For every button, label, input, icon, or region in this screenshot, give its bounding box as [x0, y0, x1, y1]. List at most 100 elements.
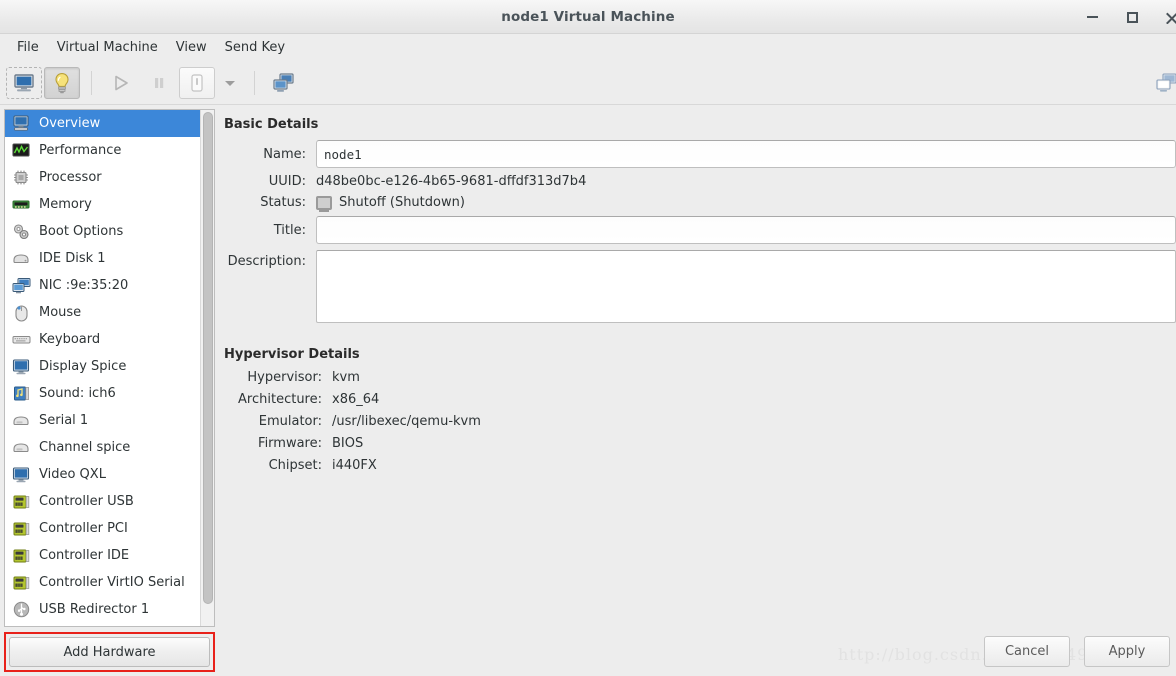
add-hardware-button[interactable]: Add Hardware — [9, 637, 210, 667]
title-bar: node1 Virtual Machine — [0, 0, 1176, 34]
basic-details-form: Name: node1 UUID: d48be0bc-e126-4b65-968… — [222, 140, 1176, 329]
sidebar-item-controller-ide[interactable]: Controller IDE — [5, 542, 200, 569]
emulator-row: Emulator: /usr/libexec/qemu-kvm — [222, 414, 1176, 429]
shutdown-button[interactable] — [179, 66, 215, 99]
add-hardware-highlight: Add Hardware — [4, 632, 215, 672]
sidebar-item-performance[interactable]: Performance — [5, 137, 200, 164]
controller-icon — [11, 493, 31, 511]
screens-icon — [273, 72, 294, 92]
name-input[interactable]: node1 — [316, 140, 1176, 168]
sidebar-item-overview[interactable]: Overview — [5, 110, 200, 137]
menu-view[interactable]: View — [167, 37, 216, 58]
sidebar-item-label: NIC :9e:35:20 — [39, 278, 129, 293]
memory-icon — [11, 196, 31, 214]
apply-label: Apply — [1108, 643, 1146, 659]
sidebar-item-display-spice[interactable]: Display Spice — [5, 353, 200, 380]
network-icon — [11, 277, 31, 295]
footer-buttons: Cancel Apply — [984, 635, 1170, 667]
description-label: Description: — [227, 254, 306, 269]
name-value: node1 — [324, 146, 362, 162]
chipset-row: Chipset: i440FX — [222, 458, 1176, 473]
status-row: Status: Shutoff (Shutdown) — [222, 195, 1176, 210]
footer-bar: Cancel Apply — [222, 630, 1176, 676]
sidebar-item-controller-usb[interactable]: Controller USB — [5, 488, 200, 515]
cancel-button[interactable]: Cancel — [984, 635, 1070, 667]
sidebar-item-label: Serial 1 — [39, 413, 89, 428]
serial-icon — [11, 439, 31, 457]
hardware-sidebar: Overview Performance Processor Memory Bo… — [0, 105, 220, 676]
hypervisor-row: Hypervisor: kvm — [222, 370, 1176, 385]
toolbar-overflow-button[interactable] — [1148, 66, 1176, 100]
sidebar-item-controller-pci[interactable]: Controller PCI — [5, 515, 200, 542]
hardware-list: Overview Performance Processor Memory Bo… — [5, 110, 200, 626]
toolbar-separator-1 — [91, 70, 92, 95]
architecture-value: x86_64 — [332, 392, 380, 407]
run-button[interactable] — [103, 67, 139, 99]
toolbar — [0, 61, 1176, 105]
snapshots-button[interactable] — [266, 67, 302, 99]
show-details-button[interactable] — [44, 66, 80, 99]
gears-icon — [11, 223, 31, 241]
close-button[interactable] — [1163, 8, 1176, 26]
title-label: Title: — [273, 222, 306, 238]
sidebar-item-label: Overview — [39, 116, 101, 131]
hardware-list-scrollbar[interactable] — [200, 110, 214, 626]
apply-button[interactable]: Apply — [1084, 635, 1170, 667]
show-console-button[interactable] — [6, 66, 42, 99]
basic-details-heading: Basic Details — [224, 117, 319, 132]
sidebar-item-label: Controller USB — [39, 494, 134, 509]
scrollbar-thumb[interactable] — [203, 112, 213, 604]
firmware-row: Firmware: BIOS — [222, 436, 1176, 451]
minimize-button[interactable] — [1083, 8, 1101, 26]
sidebar-item-boot-options[interactable]: Boot Options — [5, 218, 200, 245]
sidebar-item-ide-disk-1[interactable]: IDE Disk 1 — [5, 245, 200, 272]
shutdown-menu-button[interactable] — [217, 67, 243, 99]
graph-icon — [11, 142, 31, 160]
sidebar-item-usb-redirector-1[interactable]: USB Redirector 1 — [5, 596, 200, 623]
controller-icon — [11, 547, 31, 565]
toolbar-separator-2 — [254, 70, 255, 95]
monitor-icon — [14, 73, 34, 91]
menu-file[interactable]: File — [8, 37, 48, 58]
sidebar-item-label: Controller VirtIO Serial — [39, 575, 185, 590]
sidebar-item-nic[interactable]: NIC :9e:35:20 — [5, 272, 200, 299]
pause-button[interactable] — [141, 67, 177, 99]
description-textarea[interactable] — [316, 250, 1176, 323]
content-area: Overview Performance Processor Memory Bo… — [0, 105, 1176, 676]
sidebar-item-memory[interactable]: Memory — [5, 191, 200, 218]
firmware-label: Firmware: — [258, 436, 322, 451]
details-pane: Basic Details Name: node1 UUID: d48be0bc… — [220, 105, 1176, 676]
controller-icon — [11, 574, 31, 592]
monitor-off-icon — [316, 195, 332, 210]
sidebar-item-label: Controller PCI — [39, 521, 128, 536]
uuid-value: d48be0bc-e126-4b65-9681-dffdf313d7b4 — [316, 174, 587, 189]
monitor-icon — [11, 358, 31, 376]
sidebar-item-sound[interactable]: Sound: ich6 — [5, 380, 200, 407]
title-input[interactable] — [316, 216, 1176, 244]
add-hardware-label: Add Hardware — [63, 644, 156, 660]
hypervisor-label: Hypervisor: — [247, 370, 322, 385]
sidebar-item-keyboard[interactable]: Keyboard — [5, 326, 200, 353]
architecture-row: Architecture: x86_64 — [222, 392, 1176, 407]
sidebar-item-label: Controller IDE — [39, 548, 130, 563]
chevron-down-icon — [225, 80, 235, 86]
architecture-label: Architecture: — [238, 392, 322, 407]
hardware-list-frame: Overview Performance Processor Memory Bo… — [4, 109, 215, 627]
sidebar-item-video-qxl[interactable]: Video QXL — [5, 461, 200, 488]
maximize-button[interactable] — [1123, 8, 1141, 26]
sidebar-item-controller-virtio-serial[interactable]: Controller VirtIO Serial — [5, 569, 200, 596]
sidebar-item-serial-1[interactable]: Serial 1 — [5, 407, 200, 434]
sidebar-item-channel-spice[interactable]: Channel spice — [5, 434, 200, 461]
status-value: Shutoff (Shutdown) — [339, 195, 465, 210]
serial-icon — [11, 412, 31, 430]
emulator-value: /usr/libexec/qemu-kvm — [332, 414, 481, 429]
power-icon — [191, 73, 203, 92]
sidebar-item-label: IDE Disk 1 — [39, 251, 106, 266]
virt-manager-window: node1 Virtual Machine File Virtual Machi… — [0, 0, 1176, 676]
menu-virtual-machine[interactable]: Virtual Machine — [48, 37, 167, 58]
sidebar-item-mouse[interactable]: Mouse — [5, 299, 200, 326]
uuid-label: UUID: — [268, 174, 306, 189]
status-label: Status: — [260, 195, 306, 210]
sidebar-item-processor[interactable]: Processor — [5, 164, 200, 191]
menu-send-key[interactable]: Send Key — [216, 37, 294, 58]
